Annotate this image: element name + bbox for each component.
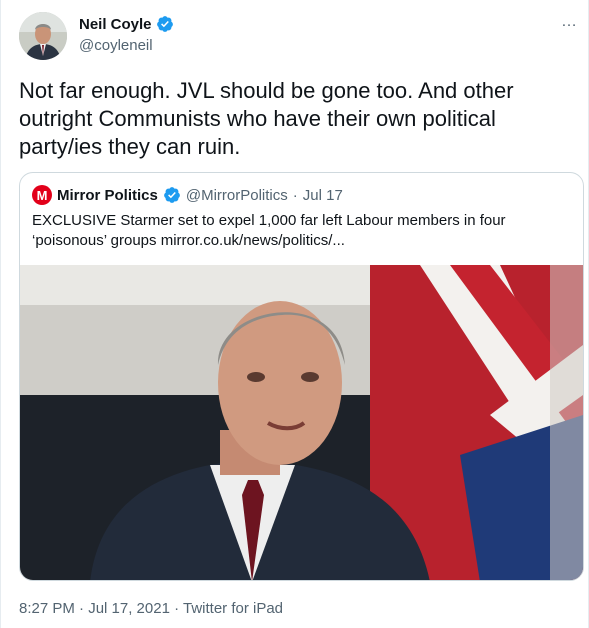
- quoted-tweet-image[interactable]: [20, 265, 583, 581]
- quoted-tweet-card[interactable]: M Mirror Politics @MirrorPolitics · Jul …: [19, 172, 584, 581]
- author-name[interactable]: Neil Coyle: [79, 16, 152, 33]
- quoted-tweet-header: M Mirror Politics @MirrorPolitics · Jul …: [32, 185, 343, 205]
- verified-badge-icon: [156, 16, 173, 32]
- quoted-tweet-text: EXCLUSIVE Starmer set to expel 1,000 far…: [32, 212, 506, 249]
- quoted-author-name: Mirror Politics: [57, 186, 158, 204]
- mirror-logo-icon: M: [32, 185, 52, 205]
- quoted-author-handle: @MirrorPolitics: [185, 186, 288, 204]
- verified-badge-icon: [163, 187, 180, 203]
- avatar-photo-icon: [19, 12, 67, 60]
- quoted-date: Jul 17: [302, 186, 343, 204]
- author-name-row[interactable]: Neil Coyle: [79, 15, 174, 33]
- more-options-icon[interactable]: …: [561, 14, 578, 30]
- tweet-timestamp-source[interactable]: 8:27 PM · Jul 17, 2021 · Twitter for iPa…: [19, 600, 283, 617]
- tweet-text: Not far enough. JVL should be gone too. …: [19, 78, 514, 159]
- tweet-container: Neil Coyle @coyleneil … Not far enough. …: [0, 0, 589, 628]
- author-avatar[interactable]: [19, 12, 67, 60]
- quoted-separator: ·: [292, 186, 298, 204]
- author-handle[interactable]: @coyleneil: [79, 37, 153, 54]
